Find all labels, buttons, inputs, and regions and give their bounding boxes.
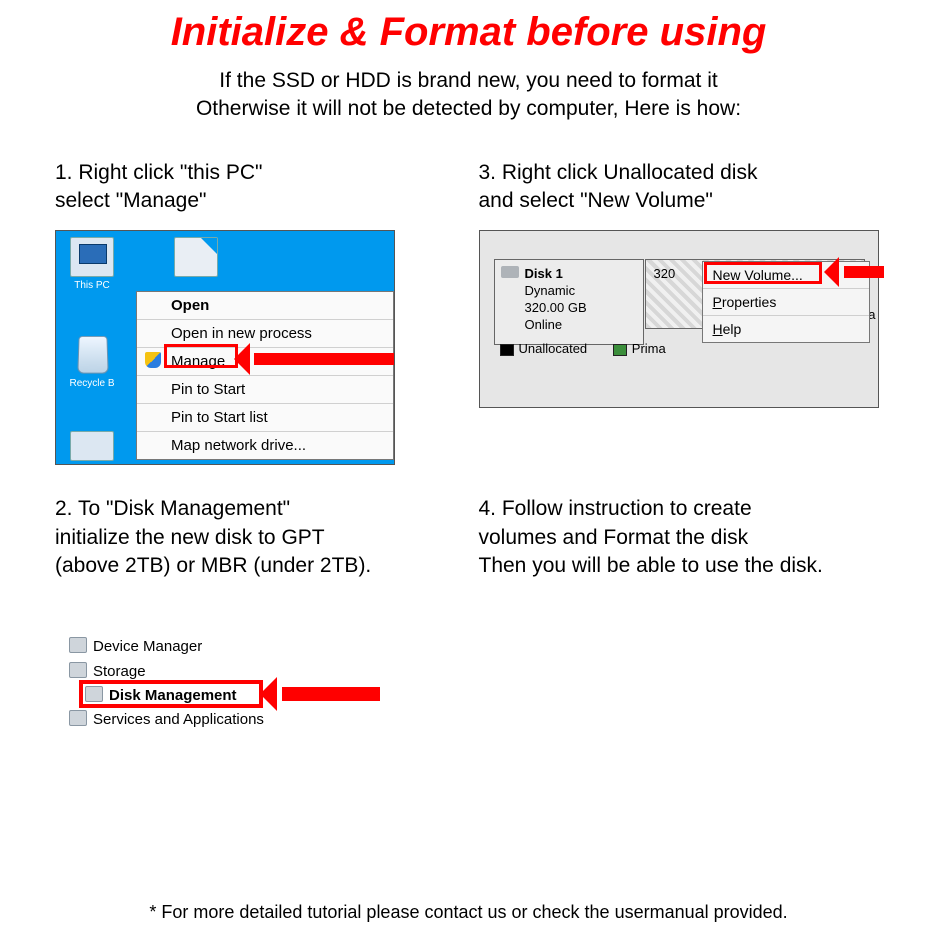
desktop-icon-this-pc-label: This PC	[74, 280, 110, 291]
services-icon	[69, 710, 87, 726]
highlight-box-manage	[164, 344, 238, 368]
tree-item-device-manager-label: Device Manager	[93, 638, 202, 655]
step-2: 2. To "Disk Management" initialize the n…	[45, 495, 469, 615]
desktop-icon-recycle-bin-label: Recycle B	[69, 378, 114, 389]
menu-item-open[interactable]: Open	[137, 292, 393, 319]
footnote: * For more detailed tutorial please cont…	[0, 902, 937, 923]
context-menu-this-pc: Open Open in new process Manage Pin to S…	[136, 291, 394, 460]
step-4-line2: volumes and Format the disk	[479, 526, 749, 549]
page-title: Initialize & Format before using	[0, 0, 937, 55]
step-3: 3. Right click Unallocated disk and sele…	[469, 159, 893, 486]
desktop-icon-file[interactable]	[166, 237, 226, 280]
step-4-line1: 4. Follow instruction to create	[479, 497, 752, 520]
step-3-line1: 3. Right click Unallocated disk	[479, 161, 758, 184]
step-2-text: 2. To "Disk Management" initialize the n…	[55, 495, 459, 580]
step-3-text: 3. Right click Unallocated disk and sele…	[479, 159, 883, 216]
generic-icon	[70, 431, 114, 461]
step-2-line3: (above 2TB) or MBR (under 2TB).	[55, 554, 371, 577]
screenshot-1: This PC Recycle B Open Open in new proce…	[55, 230, 395, 465]
arrow-icon	[260, 677, 380, 709]
menu-item-pin-to-start[interactable]: Pin to Start	[137, 375, 393, 403]
step-1-text: 1. Right click "this PC" select "Manage"	[55, 159, 459, 216]
tree-item-services[interactable]: Services and Applications	[55, 708, 355, 732]
desktop-icon-generic[interactable]	[62, 431, 122, 464]
menu-item-help[interactable]: Help	[703, 316, 869, 342]
desktop-icon-this-pc[interactable]: This PC	[62, 237, 122, 291]
tree-item-device-manager[interactable]: Device Manager	[55, 635, 355, 659]
highlight-box-disk-management	[79, 680, 263, 708]
legend-swatch-primary	[613, 344, 627, 356]
arrow-icon	[234, 343, 395, 373]
tree-item-storage-label: Storage	[93, 663, 146, 680]
disk-type: Dynamic	[525, 283, 635, 300]
page-subtitle: If the SSD or HDD is brand new, you need…	[0, 67, 937, 124]
menu-item-pin-to-start-list[interactable]: Pin to Start list	[137, 403, 393, 431]
monitor-icon	[70, 237, 114, 277]
subtitle-line2: Otherwise it will not be detected by com…	[196, 97, 741, 120]
disk-status: Online	[525, 317, 635, 334]
menu-item-map-network-drive[interactable]: Map network drive...	[137, 431, 393, 459]
screenshot-2: Device Manager Storage Disk Management S…	[55, 635, 355, 760]
step-4-line3: Then you will be able to use the disk.	[479, 554, 823, 577]
disk-info-panel: Disk 1 Dynamic 320.00 GB Online	[494, 259, 644, 345]
step-1: 1. Right click "this PC" select "Manage"…	[45, 159, 469, 486]
step-2-line2: initialize the new disk to GPT	[55, 526, 325, 549]
subtitle-line1: If the SSD or HDD is brand new, you need…	[219, 69, 717, 92]
volume-size: 320	[654, 266, 676, 281]
shield-icon	[145, 352, 161, 368]
screenshot-3: Disk 1 Dynamic 320.00 GB Online 320 d pa…	[479, 230, 879, 408]
legend-unallocated-label: Unallocated	[519, 341, 588, 356]
disk-title: Disk 1	[525, 266, 635, 283]
disk-size: 320.00 GB	[525, 300, 635, 317]
menu-item-properties[interactable]: Properties	[703, 289, 869, 316]
legend-primary-label: Prima	[632, 341, 666, 356]
step-2-line1: 2. To "Disk Management"	[55, 497, 290, 520]
desktop-icon-recycle-bin[interactable]: Recycle B	[62, 331, 122, 389]
step-4-text: 4. Follow instruction to create volumes …	[479, 495, 883, 580]
legend-swatch-unallocated	[500, 344, 514, 356]
legend: Unallocated Prima	[500, 341, 666, 356]
bin-icon	[70, 331, 114, 375]
step-4: 4. Follow instruction to create volumes …	[469, 495, 893, 615]
storage-icon	[69, 662, 87, 678]
file-icon	[174, 237, 218, 277]
tree-item-services-label: Services and Applications	[93, 711, 264, 728]
device-manager-icon	[69, 637, 87, 653]
highlight-box-new-volume	[704, 262, 822, 284]
step-1-line1: 1. Right click "this PC"	[55, 161, 262, 184]
step-1-line2: select "Manage"	[55, 189, 207, 212]
arrow-icon	[824, 257, 884, 285]
step-3-line2: and select "New Volume"	[479, 189, 713, 212]
